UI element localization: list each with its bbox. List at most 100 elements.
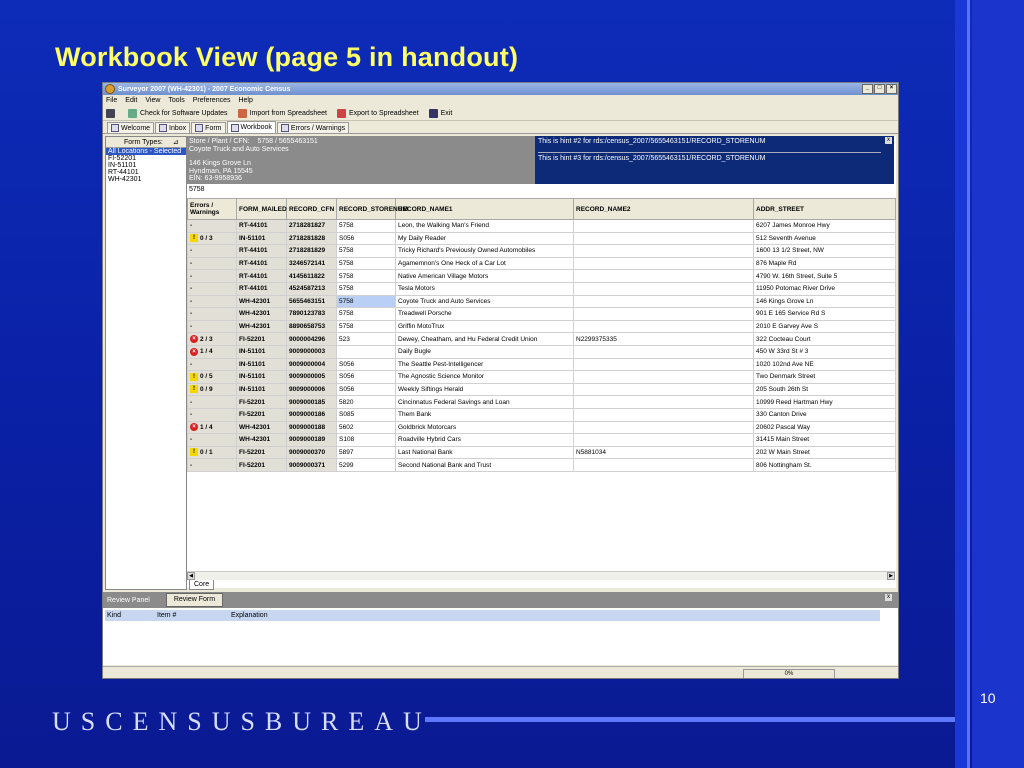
table-row[interactable]: - RT-44101 4145611822 5758 Native American V… bbox=[187, 269, 896, 283]
name1-cell[interactable]: Second National Bank and Trust bbox=[395, 458, 574, 472]
cfn-cell[interactable]: 9000004296 bbox=[286, 332, 337, 346]
cfn-cell[interactable]: 9009000188 bbox=[286, 420, 337, 435]
table-row[interactable]: × 2 / 3 FI-52201 9000004296 523 Dewey, Cheath… bbox=[187, 332, 896, 346]
table-row[interactable]: ! 0 / 9 IN-51101 9009000006 S056 Weekly Sifti… bbox=[187, 382, 896, 397]
form-cell[interactable]: IN-51101 bbox=[236, 370, 287, 384]
name1-cell[interactable]: Tesla Motors bbox=[395, 281, 574, 296]
menu-view[interactable]: View bbox=[145, 97, 160, 104]
storenum-cell[interactable]: 5299 bbox=[336, 458, 396, 472]
form-cell[interactable]: RT-44101 bbox=[236, 219, 287, 233]
col-header[interactable]: RECORD_STORENUM bbox=[336, 198, 408, 220]
name1-cell[interactable]: My Daily Reader bbox=[395, 231, 574, 246]
check-updates-button[interactable]: Check for Software Updates bbox=[128, 108, 228, 118]
storenum-cell[interactable]: S056 bbox=[336, 370, 396, 384]
table-row[interactable]: - WH-42301 5655463151 5758 Coyote Truck and … bbox=[187, 294, 896, 309]
name2-cell[interactable] bbox=[573, 244, 754, 258]
street-cell[interactable]: 1020 102nd Ave NE bbox=[753, 357, 896, 372]
cfn-cell[interactable]: 2718281828 bbox=[286, 231, 337, 246]
form-cell[interactable]: IN-51101 bbox=[236, 382, 287, 397]
form-cell[interactable]: IN-51101 bbox=[236, 344, 287, 359]
street-cell[interactable]: 876 Maple Rd bbox=[753, 256, 896, 271]
table-row[interactable]: - WH-42301 7890123783 5758 Treadwell Porsche… bbox=[187, 307, 896, 321]
menu-preferences[interactable]: Preferences bbox=[193, 97, 231, 104]
table-row[interactable]: - FI-52201 9009000185 5820 Cincinnatus Feder… bbox=[187, 395, 896, 409]
save-button[interactable] bbox=[106, 108, 118, 118]
errors-warnings-cell[interactable]: - bbox=[187, 307, 237, 321]
storenum-cell[interactable]: S056 bbox=[336, 357, 396, 372]
cfn-cell[interactable]: 4145611822 bbox=[286, 269, 337, 283]
table-row[interactable]: - RT-44101 4524587213 5758 Tesla Motors 11950… bbox=[187, 281, 896, 296]
errors-warnings-cell[interactable]: - bbox=[187, 458, 237, 472]
name2-cell[interactable] bbox=[573, 219, 754, 233]
table-row[interactable]: × 1 / 4 IN-51101 9009000003 Daily Bugle 450 W… bbox=[187, 344, 896, 359]
street-cell[interactable]: 1600 13 1/2 Street, NW bbox=[753, 244, 896, 258]
col-header[interactable]: RECORD_CFN bbox=[286, 198, 337, 220]
errors-warnings-cell[interactable]: × 1 / 4 bbox=[187, 344, 237, 359]
location-item[interactable]: FI-52201 bbox=[106, 155, 186, 162]
table-row[interactable]: ! 0 / 5 IN-51101 9009000005 S056 The Agnostic… bbox=[187, 370, 896, 384]
scroll-left-icon[interactable]: ◀ bbox=[187, 572, 195, 580]
name2-cell[interactable] bbox=[573, 382, 754, 397]
name2-cell[interactable]: N5881034 bbox=[573, 445, 754, 460]
street-cell[interactable]: 806 Nottingham St. bbox=[753, 458, 896, 472]
name1-cell[interactable]: Last National Bank bbox=[395, 445, 574, 460]
storenum-cell[interactable]: 5758 bbox=[336, 319, 396, 334]
menu-tools[interactable]: Tools bbox=[168, 97, 184, 104]
table-row[interactable]: - WH-42301 8890658753 5758 Griffin MotoTrux 2… bbox=[187, 319, 896, 334]
close-button[interactable]: × bbox=[886, 84, 897, 94]
name2-cell[interactable] bbox=[573, 256, 754, 271]
cfn-cell[interactable]: 9009000189 bbox=[286, 433, 337, 447]
table-row[interactable]: - RT-44101 2718281829 5758 Tricky Richard's … bbox=[187, 244, 896, 258]
cfn-cell[interactable]: 8890658753 bbox=[286, 319, 337, 334]
errors-warnings-cell[interactable]: - bbox=[187, 407, 237, 422]
table-row[interactable]: - FI-52201 9009000371 5299 Second National B… bbox=[187, 458, 896, 472]
sheet-tab-core[interactable]: Core bbox=[189, 580, 215, 590]
storenum-cell[interactable]: 5602 bbox=[336, 420, 396, 435]
name2-cell[interactable] bbox=[573, 458, 754, 472]
name2-cell[interactable] bbox=[573, 319, 754, 334]
name1-cell[interactable]: Dewey, Cheatham, and Hu Federal Credit U… bbox=[395, 332, 574, 346]
name1-cell[interactable]: Coyote Truck and Auto Services bbox=[395, 294, 574, 309]
menu-edit[interactable]: Edit bbox=[125, 97, 137, 104]
location-item[interactable]: WH-42301 bbox=[106, 176, 186, 183]
form-cell[interactable]: FI-52201 bbox=[236, 395, 287, 409]
street-cell[interactable]: 6207 James Monroe Hwy bbox=[753, 219, 896, 233]
minimize-button[interactable]: _ bbox=[862, 84, 873, 94]
col-header[interactable]: Errors / Warnings bbox=[187, 198, 237, 220]
table-row[interactable]: - IN-51101 9009000004 S056 The Seattle Pest-… bbox=[187, 357, 896, 372]
name2-cell[interactable]: N2299375335 bbox=[573, 332, 754, 346]
name1-cell[interactable]: Agamemnon's One Heck of a Car Lot bbox=[395, 256, 574, 271]
table-row[interactable]: - RT-44101 3246572141 5758 Agamemnon's One H… bbox=[187, 256, 896, 271]
name1-cell[interactable]: Daily Bugle bbox=[395, 344, 574, 359]
street-cell[interactable]: 10999 Reed Hartman Hwy bbox=[753, 395, 896, 409]
name1-cell[interactable]: Them Bank bbox=[395, 407, 574, 422]
table-row[interactable]: - RT-44101 2718281827 5758 Leon, the Walking… bbox=[187, 219, 896, 233]
storenum-cell[interactable]: 5758 bbox=[336, 294, 396, 309]
street-cell[interactable]: 901 E 165 Service Rd S bbox=[753, 307, 896, 321]
menu-help[interactable]: Help bbox=[238, 97, 252, 104]
errors-warnings-cell[interactable]: - bbox=[187, 281, 237, 296]
storenum-cell[interactable]: 5758 bbox=[336, 256, 396, 271]
errors-warnings-cell[interactable]: ! 0 / 5 bbox=[187, 370, 237, 384]
street-cell[interactable]: 450 W 33rd St # 3 bbox=[753, 344, 896, 359]
name2-cell[interactable] bbox=[573, 370, 754, 384]
cfn-cell[interactable]: 5655463151 bbox=[286, 294, 337, 309]
street-cell[interactable]: 205 South 26th St bbox=[753, 382, 896, 397]
name1-cell[interactable]: Goldbrick Motorcars bbox=[395, 420, 574, 435]
name1-cell[interactable]: Leon, the Walking Man's Friend bbox=[395, 219, 574, 233]
name2-cell[interactable] bbox=[573, 420, 754, 435]
form-cell[interactable]: FI-52201 bbox=[236, 407, 287, 422]
location-item[interactable]: IN-51101 bbox=[106, 162, 186, 169]
form-cell[interactable]: FI-52201 bbox=[236, 445, 287, 460]
name2-cell[interactable] bbox=[573, 269, 754, 283]
form-cell[interactable]: RT-44101 bbox=[236, 281, 287, 296]
storenum-cell[interactable]: S056 bbox=[336, 382, 396, 397]
errors-warnings-cell[interactable]: - bbox=[187, 319, 237, 334]
table-row[interactable]: - FI-52201 9009000186 S085 Them Bank 330 Cant… bbox=[187, 407, 896, 422]
cfn-cell[interactable]: 9009000003 bbox=[286, 344, 337, 359]
name1-cell[interactable]: Treadwell Porsche bbox=[395, 307, 574, 321]
street-cell[interactable]: 322 Cocteau Court bbox=[753, 332, 896, 346]
errors-warnings-cell[interactable]: ! 0 / 1 bbox=[187, 445, 237, 460]
col-header[interactable]: RECORD_NAME1 bbox=[395, 198, 574, 220]
form-cell[interactable]: FI-52201 bbox=[236, 332, 287, 346]
